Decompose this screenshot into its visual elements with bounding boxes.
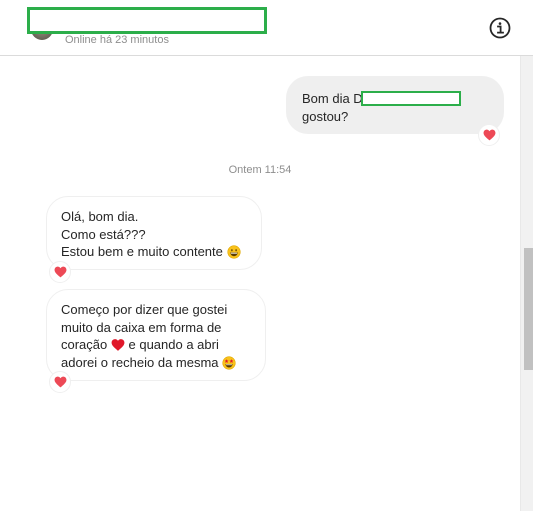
heart-reaction[interactable] bbox=[49, 371, 71, 393]
message-line-with-emoji: Estou bem e muito contente bbox=[61, 243, 247, 261]
scrollbar-thumb[interactable] bbox=[524, 248, 533, 370]
message-line: gostou? bbox=[302, 109, 349, 124]
message-line: adorei o recheio da mesma bbox=[61, 354, 219, 370]
redacted-username[interactable] bbox=[27, 7, 267, 34]
red-heart-icon bbox=[111, 339, 125, 351]
heart-icon bbox=[483, 129, 495, 141]
redacted-text bbox=[361, 91, 461, 106]
message-line: e quando a abri bbox=[128, 337, 219, 352]
incoming-message[interactable]: Começo por dizer que gostei muito da cai… bbox=[46, 289, 266, 381]
grinning-face-icon bbox=[226, 245, 241, 259]
message-line: Olá, bom dia. bbox=[61, 209, 139, 224]
message-timestamp: Ontem 11:54 bbox=[228, 164, 292, 176]
scrollbar[interactable] bbox=[520, 56, 533, 511]
message-line: Começo por dizer que gostei bbox=[61, 302, 228, 317]
message-line: muito da caixa em forma de bbox=[61, 319, 222, 335]
online-status: Online há 23 minutos bbox=[65, 34, 169, 46]
message-line: Como está??? bbox=[61, 226, 146, 242]
star-struck-icon bbox=[222, 355, 236, 370]
heart-icon bbox=[54, 266, 66, 278]
heart-reaction[interactable] bbox=[49, 261, 71, 283]
chat-header: Online há 23 minutos bbox=[0, 0, 533, 56]
message-line: coração bbox=[61, 337, 108, 352]
heart-reaction[interactable] bbox=[478, 124, 500, 146]
heart-icon bbox=[54, 376, 66, 388]
message-line-with-emoji: adorei o recheio da mesma bbox=[61, 354, 251, 372]
info-icon[interactable] bbox=[489, 17, 511, 39]
incoming-message[interactable]: Olá, bom dia. Como está??? Estou bem e m… bbox=[46, 196, 262, 270]
message-line-with-emoji: coração e quando a abri bbox=[61, 336, 251, 354]
message-line: Estou bem e muito contente bbox=[61, 244, 223, 259]
